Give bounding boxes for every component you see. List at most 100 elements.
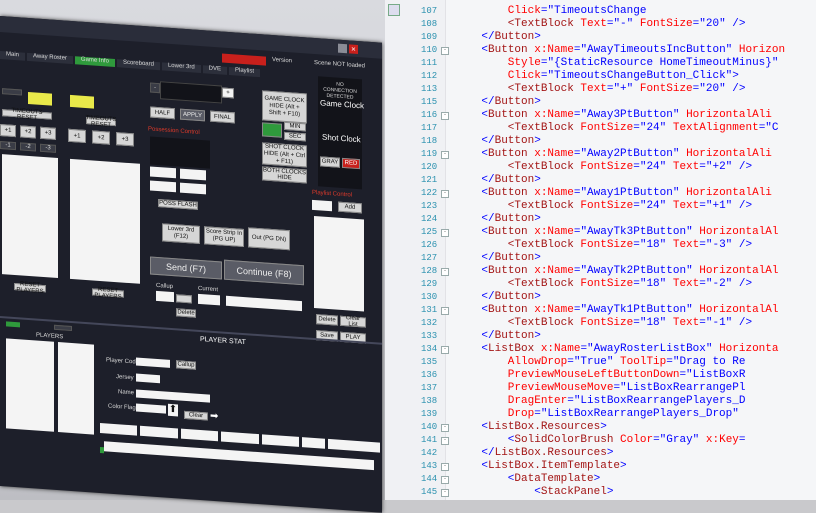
fold-toggle-icon[interactable]: - [441, 151, 449, 159]
code-line[interactable]: </Button> [455, 252, 540, 264]
code-line[interactable]: <ListBox.ItemTemplate> [455, 460, 626, 472]
color-flags-input[interactable] [136, 403, 166, 414]
home-roster-list[interactable] [70, 158, 140, 284]
shot-clock-hide-button[interactable]: SHOT CLOCK HIDE (Alt + Ctrl + F11) [262, 142, 307, 168]
possession-away-box[interactable] [150, 166, 176, 179]
code-line[interactable]: </Button> [455, 174, 540, 186]
stat-field[interactable] [261, 434, 300, 447]
code-line[interactable]: </Button> [455, 31, 540, 43]
stat-field[interactable] [140, 425, 178, 439]
code-line[interactable]: <SolidColorBrush Color="Gray" x:Key= [455, 434, 746, 446]
code-line[interactable]: Drop="ListBoxRearrangePlayers_Drop" [455, 408, 739, 420]
fold-toggle-icon[interactable]: - [441, 47, 449, 55]
save-small-button[interactable] [176, 294, 192, 304]
code-line[interactable]: <Button x:Name="AwayTk1PtButton" Horizon… [455, 304, 778, 316]
fold-toggle-icon[interactable]: - [441, 268, 449, 276]
current-input[interactable] [198, 293, 220, 306]
fold-toggle-icon[interactable]: - [441, 346, 449, 354]
code-line[interactable]: <TextBlock FontSize="24" TextAlignment="… [455, 122, 779, 134]
away-color-swatch[interactable] [28, 91, 52, 106]
sec-label[interactable]: SEC [284, 131, 306, 142]
code-line[interactable]: <TextBlock FontSize="18" Text="-1" /> [455, 317, 752, 329]
clock-input[interactable] [160, 81, 222, 104]
red-button[interactable]: RED [342, 157, 360, 170]
stat-field[interactable] [327, 438, 380, 453]
home-plus1-button[interactable]: +1 [68, 128, 86, 144]
gray-button[interactable]: GRAY [320, 156, 340, 168]
code-line[interactable]: <TextBlock Text="+" FontSize="20" /> [455, 83, 746, 95]
code-line[interactable]: <DataTemplate> [455, 473, 600, 485]
graphic-select[interactable] [226, 295, 302, 312]
final-button[interactable]: FINAL [210, 110, 235, 124]
code-line[interactable]: <ListBox x:Name="AwayRosterListBox" Hori… [455, 343, 778, 355]
stat-field[interactable] [302, 437, 325, 449]
tab-game-info[interactable]: Game Info [74, 56, 115, 68]
tab-dve[interactable]: DVE [202, 65, 227, 75]
stat-field[interactable] [100, 422, 138, 436]
away-small-button[interactable] [2, 88, 22, 96]
fold-toggle-icon[interactable]: - [441, 463, 449, 471]
stat-field[interactable] [221, 431, 259, 445]
clear-button[interactable]: Clear [184, 410, 208, 421]
team-toggle-button[interactable] [54, 324, 72, 332]
code-line[interactable]: <Button x:Name="Away1PtButton" Horizonta… [455, 187, 772, 199]
home-timeouts-reset[interactable]: TIMEOUTS RESET [86, 114, 117, 128]
score-strip-in-button[interactable]: Score Strip In (PG UP) [204, 226, 244, 248]
minimize-icon[interactable] [338, 43, 347, 54]
code-line[interactable]: <TextBlock FontSize="24" Text="+1" /> [455, 200, 752, 212]
fold-toggle-icon[interactable]: - [441, 229, 449, 237]
code-line[interactable]: <TextBlock FontSize="18" Text="-3" /> [455, 239, 752, 251]
home-color-swatch[interactable] [70, 94, 94, 109]
code-line[interactable]: <Button x:Name="AwayTk2PtButton" Horizon… [455, 265, 778, 277]
playlist-list[interactable] [314, 215, 364, 312]
players-list-left[interactable] [6, 338, 54, 432]
code-line[interactable]: <TextBlock Text="-" FontSize="20" /> [455, 18, 746, 30]
out-button[interactable]: Out (PG DN) [248, 227, 290, 251]
possession-home-box[interactable] [180, 168, 206, 181]
tab-away-roster[interactable]: Away Roster [27, 52, 73, 65]
away-timeouts-reset[interactable]: TIMEOUTS RESET [2, 107, 52, 121]
code-line[interactable]: Click="TimeoutsChange [455, 5, 647, 17]
fold-toggle-icon[interactable]: - [441, 190, 449, 198]
away-minus3-button[interactable]: -3 [40, 143, 56, 153]
jersey-input[interactable] [136, 373, 160, 384]
fold-toggle-icon[interactable]: - [441, 489, 449, 497]
code-line[interactable]: PreviewMouseMove="ListBoxRearrangePl [455, 382, 746, 394]
code-line[interactable]: </Button> [455, 330, 540, 342]
half-button[interactable]: HALF [150, 106, 175, 120]
code-line[interactable]: <ListBox.Resources> [455, 421, 606, 433]
clock-plus-button[interactable]: + [222, 87, 234, 99]
code-line[interactable]: AllowDrop="True" ToolTip="Drag to Re [455, 356, 746, 368]
home-plus2-button[interactable]: +2 [92, 130, 110, 145]
tab-scoreboard[interactable]: Scoreboard [116, 59, 160, 71]
tab-lower-3rd[interactable]: Lower 3rd [161, 62, 201, 74]
code-line[interactable]: <StackPanel> [455, 486, 613, 498]
add-button[interactable]: Add [338, 201, 362, 214]
away-plus2-button[interactable]: +2 [20, 125, 36, 139]
player-callup-button[interactable]: Callup [176, 360, 196, 370]
away-plus1-button[interactable]: +1 [0, 124, 16, 138]
player-code-input[interactable] [136, 357, 170, 368]
close-icon[interactable]: × [349, 44, 358, 55]
clock-minus-button[interactable]: - [150, 82, 160, 94]
code-line[interactable]: </Button> [455, 291, 540, 303]
code-line[interactable]: PreviewMouseLeftButtonDown="ListBoxR [455, 369, 746, 381]
poss-flash-button[interactable]: POSS FLASH [158, 199, 198, 210]
name-input[interactable] [136, 389, 210, 403]
continue-button[interactable]: Continue (F8) [224, 259, 304, 286]
code-line[interactable]: <TextBlock FontSize="18" Text="-2" /> [455, 278, 752, 290]
up-arrow-icon[interactable]: ⬆ [168, 403, 178, 417]
tab-playlist[interactable]: Playlist [229, 67, 261, 78]
tab-main[interactable]: Main [0, 51, 26, 61]
away-roster-list[interactable] [2, 154, 58, 279]
lower3rd-button[interactable]: Lower 3rd (F12) [162, 223, 200, 244]
fold-toggle-icon[interactable]: - [441, 424, 449, 432]
code-line[interactable]: <TextBlock FontSize="24" Text="+2" /> [455, 161, 752, 173]
bonus-away-box[interactable] [150, 180, 176, 193]
apply-button[interactable]: APPLY [180, 108, 205, 122]
right-arrow-icon[interactable]: ➡ [210, 411, 220, 423]
send-button[interactable]: Send (F7) [150, 256, 222, 280]
playlist-input[interactable] [312, 199, 332, 212]
stat-field[interactable] [180, 428, 219, 442]
callup-input[interactable] [156, 290, 174, 303]
